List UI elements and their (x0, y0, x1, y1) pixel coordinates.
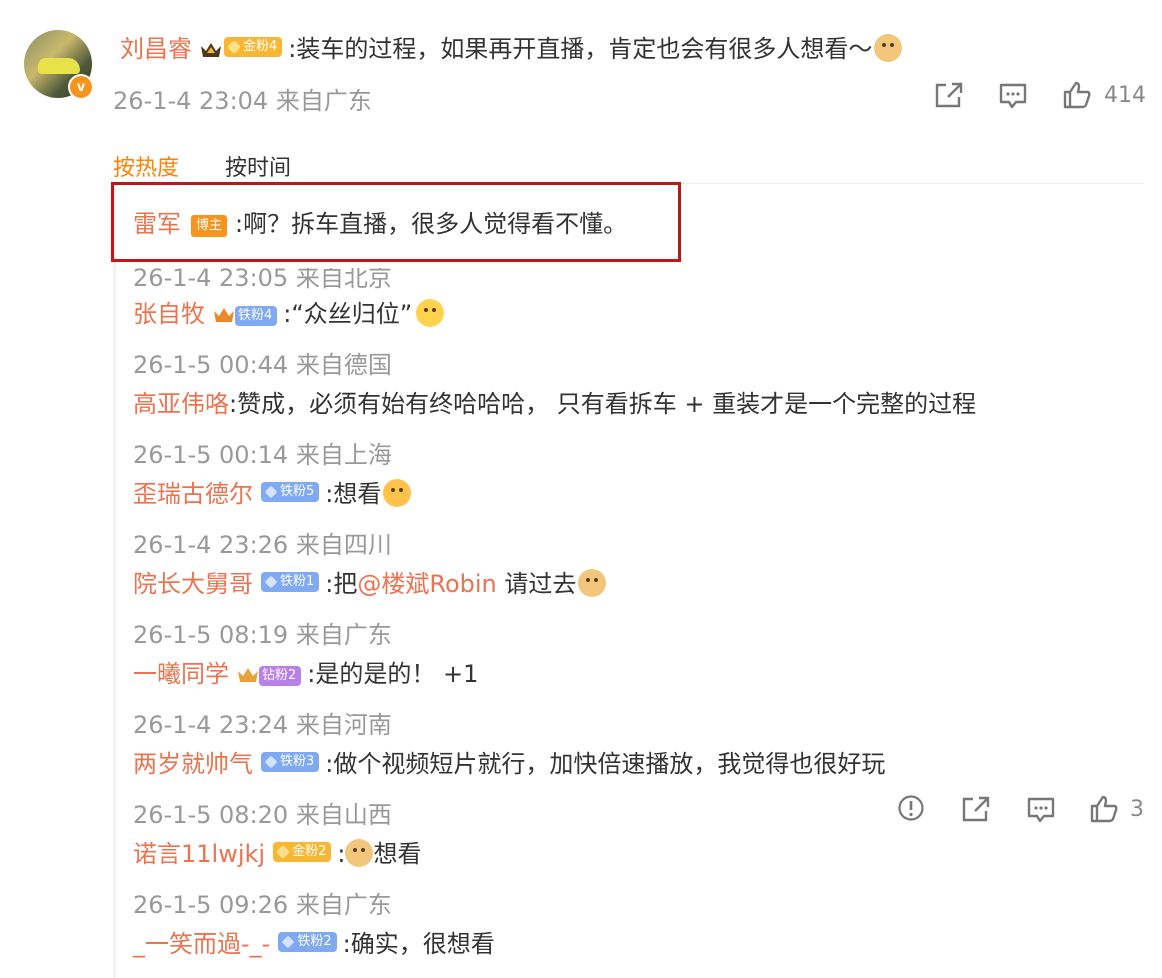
reply-text: :确实，很想看 (342, 930, 495, 958)
diamond-icon (281, 935, 295, 949)
reply-item: 歪瑞古德尔 铁粉5:想看 (133, 479, 412, 509)
laugh-emoji-icon (416, 299, 445, 327)
reply-author[interactable]: 诺言11lwjkj (133, 840, 265, 868)
reply-item: 院长大舅哥 铁粉1:把@楼斌Robin 请过去 (133, 569, 607, 599)
tab-time[interactable]: 按时间 (225, 150, 291, 182)
fan-badge: 铁粉3 (261, 752, 320, 772)
reply-author[interactable]: _一笑而過-_- (133, 930, 270, 958)
diamond-icon (264, 755, 278, 769)
reply-meta: 26-1-4 23:05 来自北京 (133, 264, 392, 292)
reply-text: 想看 (373, 840, 422, 868)
avatar-car-image (38, 58, 80, 74)
post-meta: 26-1-4 23:04 来自广东 (113, 87, 372, 115)
reply-author[interactable]: 院长大舅哥 (133, 570, 253, 598)
reply-text: :想看 (325, 480, 382, 508)
fan-badge: 钻粉2 (259, 666, 302, 686)
doge-emoji-icon (345, 839, 374, 867)
comment-icon[interactable] (1026, 796, 1056, 824)
reply-author[interactable]: 歪瑞古德尔 (133, 480, 253, 508)
share-icon[interactable] (961, 795, 991, 823)
crown-icon (238, 668, 258, 682)
reply-item: 一曦同学 钻粉2:是的是的！ +1 (133, 659, 478, 689)
reply-meta: 26-1-5 08:19 来自广东 (133, 621, 392, 649)
reply-text: :赞成，必须有始有终哈哈哈， 只有看拆车 + 重装才是一个完整的过程 (229, 390, 977, 418)
like-count: 3 (1130, 797, 1144, 822)
reply-meta: 26-1-5 08:20 来自山西 (133, 801, 392, 829)
reply-item: 两岁就帅气 铁粉3:做个视频短片就行，加快倍速播放，我觉得也很好玩 (133, 749, 885, 779)
reply-meta: 26-1-5 00:14 来自上海 (133, 441, 392, 469)
crown-icon (201, 43, 221, 57)
reply-item: _一笑而過-_- 铁粉2:确实，很想看 (133, 929, 495, 959)
fan-level-icon (276, 845, 291, 859)
reply-item: 高亚伟咯:赞成，必须有始有终哈哈哈， 只有看拆车 + 重装才是一个完整的过程 (133, 389, 976, 419)
reply-item: 诺言11lwjkj 金粉2: 想看 (133, 839, 422, 868)
post-text: :装车的过程，如果再开直播，肯定也会有很多人想看～ (288, 35, 873, 63)
fan-badge: 铁粉5 (261, 482, 320, 502)
reply-meta: 26-1-4 23:24 来自河南 (133, 711, 392, 739)
fan-badge: 金粉2 (273, 842, 332, 862)
reply-author[interactable]: 两岁就帅气 (133, 750, 253, 778)
fan-badge: 铁粉4 (235, 306, 278, 326)
reply-meta: 26-1-4 23:26 来自四川 (133, 531, 392, 559)
doge-emoji-icon (874, 34, 903, 62)
diamond-icon (264, 575, 278, 589)
reply-text: :是的是的！ +1 (307, 660, 479, 688)
like-count: 414 (1104, 83, 1146, 108)
comment-icon[interactable] (998, 82, 1028, 110)
avatar[interactable]: v (24, 30, 94, 100)
reply-author[interactable]: 一曦同学 (133, 660, 229, 688)
reply-meta: 26-1-5 00:44 来自德国 (133, 351, 392, 379)
report-icon[interactable] (897, 794, 925, 822)
reply-author[interactable]: 高亚伟咯 (133, 390, 229, 418)
crown-icon (214, 308, 234, 322)
reply-item: 张自牧 铁粉4:“众丝归位” (133, 299, 445, 329)
like-icon[interactable] (1089, 794, 1119, 824)
verified-badge: v (68, 74, 94, 100)
mention-link[interactable]: @楼斌Robin (357, 570, 496, 598)
doge-emoji-icon (578, 569, 607, 597)
fan-badge: 铁粉1 (261, 572, 320, 592)
fan-level-icon (227, 40, 241, 54)
reply-author[interactable]: 张自牧 (133, 300, 205, 328)
highlight-box (111, 182, 681, 262)
reply-text-before: :把 (325, 570, 358, 598)
tab-hot[interactable]: 按热度 (113, 150, 179, 182)
reply-text-after: 请过去 (496, 570, 577, 598)
reply-text: :“众丝归位” (283, 300, 413, 328)
drool-emoji-icon (383, 479, 412, 507)
like-icon[interactable] (1062, 80, 1092, 110)
reply-rail (113, 183, 116, 978)
reply-meta: 26-1-5 09:26 来自广东 (133, 891, 392, 919)
fan-badge: 铁粉2 (278, 932, 337, 952)
share-icon[interactable] (934, 81, 964, 109)
diamond-icon (264, 485, 278, 499)
post-line: 刘昌睿 金粉4:装车的过程，如果再开直播，肯定也会有很多人想看～ (120, 34, 903, 64)
fan-badge: 金粉4 (224, 37, 283, 57)
post-author[interactable]: 刘昌睿 (120, 35, 192, 63)
reply-text: :做个视频短片就行，加快倍速播放，我觉得也很好玩 (325, 750, 886, 778)
